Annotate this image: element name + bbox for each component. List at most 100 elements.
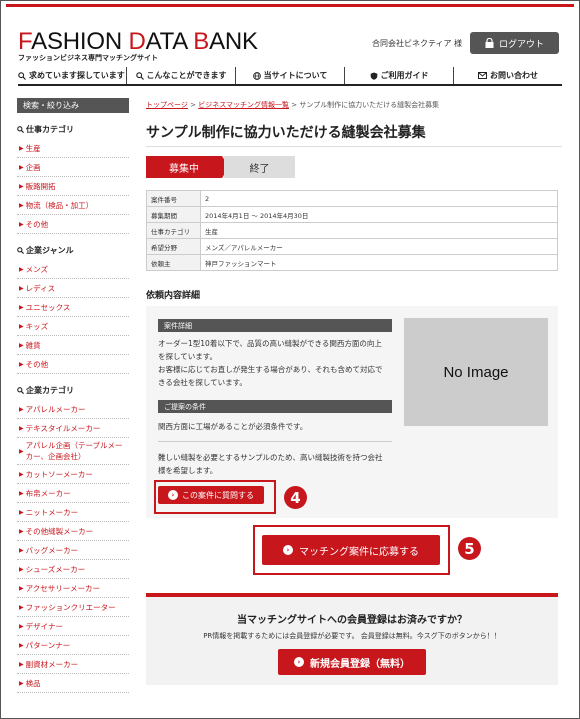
project-info-table: 案件番号 2 募集期間 2014年4月1日 〜 2014年4月30日 仕事カテゴリ生… <box>146 190 558 271</box>
nav-item-contact[interactable]: お問い合わせ <box>453 67 562 84</box>
sidebar-item-company-category[interactable]: ▶ ニットメーカー <box>17 503 129 522</box>
nav-item-wanted[interactable]: 求めています探しています <box>18 67 126 84</box>
search-icon <box>17 386 24 394</box>
triangle-right-icon: ▶ <box>19 603 24 611</box>
page-title: サンプル制作に協力いただける縫製会社募集 <box>146 125 426 141</box>
sidebar-item-genre[interactable]: ▶ キッズ <box>17 317 129 336</box>
nav-item-about[interactable]: 当サイトについて <box>235 67 344 84</box>
sidebar-item-company-category[interactable]: ▶ バッグメーカー <box>17 541 129 560</box>
triangle-right-icon: ▶ <box>19 565 24 573</box>
site-logo[interactable]: FASHION DATA BANK <box>18 30 258 54</box>
sidebar-item-company-category[interactable]: ▶ シューズメーカー <box>17 560 129 579</box>
triangle-right-icon: ▶ <box>19 284 24 292</box>
detail-text: オーダー1型10着以下で、品質の高い縫製ができる関西方面の向上 を探しています。… <box>158 339 383 387</box>
sidebar-item-genre[interactable]: ▶ ユニセックス <box>17 298 129 317</box>
table-row: 案件番号 2 <box>146 190 558 207</box>
sidebar-item-job-category[interactable]: ▶ 生産 <box>17 139 129 158</box>
sidebar-item-company-category[interactable]: ▶ その他縫製メーカー <box>17 522 129 541</box>
sidebar-item-company-category[interactable]: ▶ デザイナー <box>17 617 129 636</box>
breadcrumb-current: サンプル制作に協力いただける縫製会社募集 <box>299 101 440 109</box>
triangle-right-icon: ▶ <box>19 584 24 592</box>
top-accent-bar <box>6 4 574 7</box>
nav-item-can-do[interactable]: こんなことができます <box>126 67 235 84</box>
triangle-right-icon: ▶ <box>19 622 24 630</box>
sidebar-item-job-category[interactable]: ▶ 企画 <box>17 158 129 177</box>
sidebar-section-job-category: 仕事カテゴリ <box>17 119 129 139</box>
triangle-right-icon: ▶ <box>19 546 24 554</box>
sidebar-item-genre[interactable]: ▶ 雑貨 <box>17 336 129 355</box>
search-icon <box>135 71 144 80</box>
search-icon <box>17 125 24 133</box>
sidebar-item-company-category[interactable]: ▶ 副資材メーカー <box>17 655 129 674</box>
triangle-right-icon: ▶ <box>19 341 24 349</box>
sidebar-item-genre[interactable]: ▶ レディス <box>17 279 129 298</box>
triangle-right-icon: ▶ <box>19 527 24 535</box>
sidebar-item-job-category[interactable]: ▶ その他 <box>17 215 129 234</box>
status-ended-tab: 終了 <box>224 156 295 178</box>
step-badge-question: 4 <box>284 486 307 509</box>
sidebar-item-company-category[interactable]: ▶ 検品 <box>17 674 129 693</box>
sidebar-item-company-category[interactable]: ▶ パターンナー <box>17 636 129 655</box>
sidebar-item-company-category[interactable]: ▶ 布帛メーカー <box>17 484 129 503</box>
detail-bar: 案件詳細 <box>158 319 392 332</box>
arrow-circle-icon: › <box>294 657 304 667</box>
nav-item-guide[interactable]: ご利用ガイド <box>344 67 453 84</box>
breadcrumb: トップページ > ビジネスマッチング情報一覧 > サンプル制作に協力いただける縫… <box>146 101 440 109</box>
sidebar-item-job-category[interactable]: ▶ 販路開拓 <box>17 177 129 196</box>
triangle-right-icon: ▶ <box>19 489 24 497</box>
sidebar-item-company-category[interactable]: ▶ アクセサリーメーカー <box>17 579 129 598</box>
triangle-right-icon: ▶ <box>19 360 24 368</box>
logout-button[interactable]: ログアウト <box>470 32 559 54</box>
additional-text: 難しい縫製を必要とするサンプルのため、高い縫製技術を持つ会社 様を希望します。 <box>158 453 383 475</box>
breadcrumb-top-link[interactable]: トップページ <box>146 101 188 109</box>
triangle-right-icon: ▶ <box>19 641 24 649</box>
register-button[interactable]: › 新規会員登録（無料） <box>278 649 426 675</box>
sidebar-item-company-category[interactable]: ▶ カットソーメーカー <box>17 465 129 484</box>
question-button-highlight <box>154 480 276 514</box>
divider <box>158 441 392 442</box>
triangle-right-icon: ▶ <box>19 322 24 330</box>
sidebar-item-company-category[interactable]: ▶ アパレルメーカー <box>17 400 129 419</box>
triangle-right-icon: ▶ <box>19 424 24 432</box>
sidebar-section-genre: 企業ジャンル <box>17 240 129 260</box>
no-image-placeholder: No Image <box>404 318 548 426</box>
sidebar-item-genre[interactable]: ▶ その他 <box>17 355 129 374</box>
table-row: 仕事カテゴリ 生産 <box>146 222 558 239</box>
sidebar: 検索・絞り込み 仕事カテゴリ ▶ 生産 ▶ 企画 ▶ 販路開拓 ▶ 物流（検品・加工） … <box>17 98 129 693</box>
triangle-right-icon: ▶ <box>19 144 24 152</box>
triangle-right-icon: ▶ <box>19 163 24 171</box>
triangle-right-icon: ▶ <box>19 660 24 668</box>
apply-matching-button[interactable]: › マッチング案件に応募する <box>262 535 440 565</box>
company-name: 合同会社ビネクティア 様 <box>372 39 463 48</box>
shield-icon <box>370 72 377 80</box>
register-box: 当マッチングサイトへの会員登録はお済みですか？ PR情報を掲載するためには会員登… <box>146 593 558 685</box>
conditions-text: 関西方面に工場があることが必須条件です。 <box>158 422 308 431</box>
triangle-right-icon: ▶ <box>19 447 24 455</box>
breadcrumb-list-link[interactable]: ビジネスマッチング情報一覧 <box>198 101 289 109</box>
sidebar-item-job-category[interactable]: ▶ 物流（検品・加工） <box>17 196 129 215</box>
triangle-right-icon: ▶ <box>19 201 24 209</box>
step-badge-apply: 5 <box>458 537 481 560</box>
table-row: 依頼主 神戸ファッションマート <box>146 254 558 271</box>
sidebar-item-company-category[interactable]: ▶ アパレル企画（テーブルメーカー、企画会社） <box>17 438 129 465</box>
detail-section-title: 依頼内容詳細 <box>146 291 201 301</box>
title-divider <box>146 146 562 147</box>
mail-icon <box>478 72 487 79</box>
main-nav: 求めています探しています こんなことができます 当サイトについて ご利用ガイド … <box>18 67 562 86</box>
register-note: PR情報を掲載するためには会員登録が必要です。 会員登録は無料。今スグ下のボタン… <box>203 632 501 640</box>
search-icon <box>18 71 26 80</box>
table-row: 募集期間 2014年4月1日 〜 2014年4月30日 <box>146 206 558 223</box>
triangle-right-icon: ▶ <box>19 470 24 478</box>
sidebar-item-genre[interactable]: ▶ メンズ <box>17 260 129 279</box>
arrow-circle-icon: › <box>283 545 293 555</box>
status-active-tab: 募集中 <box>146 156 229 178</box>
triangle-right-icon: ▶ <box>19 405 24 413</box>
sidebar-section-company-category: 企業カテゴリ <box>17 380 129 400</box>
globe-icon <box>252 71 261 80</box>
conditions-bar: ご提案の条件 <box>158 400 392 413</box>
sidebar-heading: 検索・絞り込み <box>17 98 129 113</box>
triangle-right-icon: ▶ <box>19 508 24 516</box>
sidebar-item-company-category[interactable]: ▶ テキスタイルメーカー <box>17 419 129 438</box>
sidebar-item-company-category[interactable]: ▶ ファッションクリエーター <box>17 598 129 617</box>
logo-tagline: ファッションビジネス専門マッチングサイト <box>18 54 158 62</box>
